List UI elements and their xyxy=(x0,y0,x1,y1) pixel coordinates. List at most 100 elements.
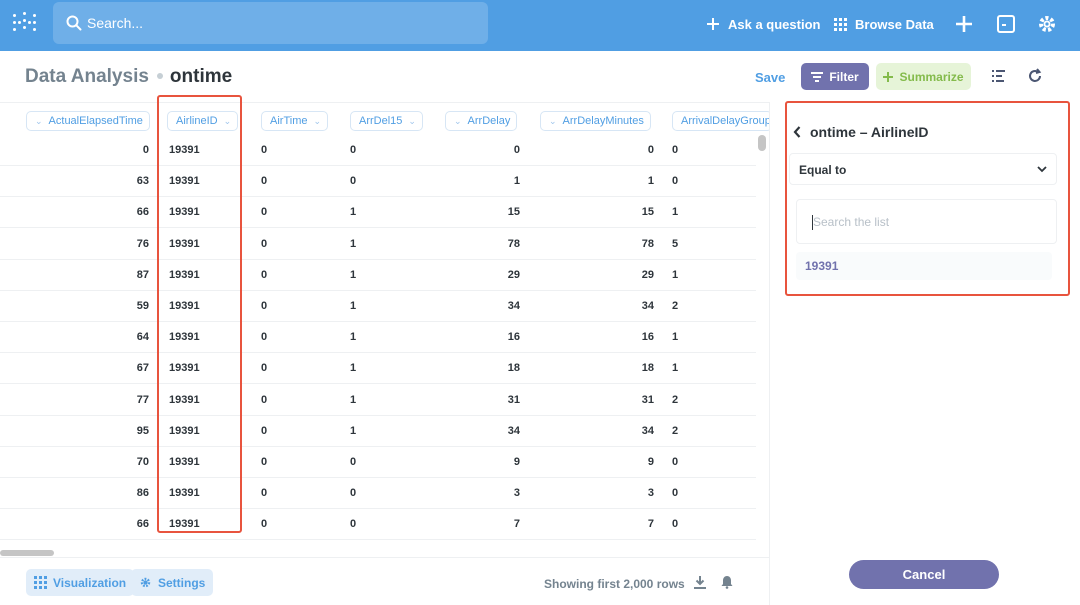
cell-airtime[interactable]: 0 xyxy=(261,456,267,468)
cell-arrdel15[interactable]: 0 xyxy=(350,518,356,530)
cell-arrdelay[interactable]: 0 xyxy=(514,144,520,156)
cell-arrivaldelaygroups[interactable]: 1 xyxy=(672,206,678,218)
cell-arrdelayminutes[interactable]: 1 xyxy=(648,175,654,187)
cell-arrdel15[interactable]: 1 xyxy=(350,300,356,312)
cell-arrdelay[interactable]: 7 xyxy=(514,518,520,530)
cell-airtime[interactable]: 0 xyxy=(261,238,267,250)
cell-arrdel15[interactable]: 1 xyxy=(350,206,356,218)
show-editor-icon[interactable] xyxy=(991,68,1007,84)
cell-arrdel15[interactable]: 1 xyxy=(350,394,356,406)
cell-arrdel15[interactable]: 1 xyxy=(350,331,356,343)
cell-arrivaldelaygroups[interactable]: 2 xyxy=(672,394,678,406)
column-header-arrdelay[interactable]: ⌄ ArrDelay xyxy=(445,111,518,131)
cell-arrivaldelaygroups[interactable]: 0 xyxy=(672,456,678,468)
cell-airtime[interactable]: 0 xyxy=(261,487,267,499)
column-header-actualelapsedtime[interactable]: ⌄ ActualElapsedTime xyxy=(26,111,150,131)
cell-actualelapsedtime[interactable]: 66 xyxy=(137,206,149,218)
cell-airtime[interactable]: 0 xyxy=(261,144,267,156)
cell-airtime[interactable]: 0 xyxy=(261,425,267,437)
cell-arrdel15[interactable]: 1 xyxy=(350,269,356,281)
cell-arrdelayminutes[interactable]: 9 xyxy=(648,456,654,468)
value-list-item[interactable]: 19391 xyxy=(796,252,1052,280)
column-header-arrdelayminutes[interactable]: ⌄ ArrDelayMinutes xyxy=(540,111,651,131)
operator-select[interactable]: Equal to xyxy=(789,153,1057,185)
cell-airtime[interactable]: 0 xyxy=(261,394,267,406)
cell-actualelapsedtime[interactable]: 64 xyxy=(137,331,149,343)
cell-airtime[interactable]: 0 xyxy=(261,175,267,187)
cell-actualelapsedtime[interactable]: 70 xyxy=(137,456,149,468)
ask-question-button[interactable]: Ask a question xyxy=(706,14,820,34)
cell-arrdelay[interactable]: 1 xyxy=(514,175,520,187)
cell-arrdelayminutes[interactable]: 3 xyxy=(648,487,654,499)
cell-arrivaldelaygroups[interactable]: 1 xyxy=(672,362,678,374)
cell-arrivaldelaygroups[interactable]: 0 xyxy=(672,518,678,530)
cell-arrdelay[interactable]: 34 xyxy=(508,300,520,312)
cell-arrdelay[interactable]: 3 xyxy=(514,487,520,499)
column-header-airtime[interactable]: AirTime ⌄ xyxy=(261,111,329,131)
summarize-button[interactable]: Summarize xyxy=(876,63,971,90)
horizontal-scrollbar[interactable] xyxy=(0,550,54,556)
cell-airtime[interactable]: 0 xyxy=(261,331,267,343)
cell-arrdelayminutes[interactable]: 7 xyxy=(648,518,654,530)
cell-arrdelayminutes[interactable]: 16 xyxy=(642,331,654,343)
column-header-arrdel15[interactable]: ArrDel15 ⌄ xyxy=(350,111,423,131)
cell-arrivaldelaygroups[interactable]: 2 xyxy=(672,300,678,312)
cell-actualelapsedtime[interactable]: 67 xyxy=(137,362,149,374)
save-button[interactable]: Save xyxy=(755,70,785,85)
browse-data-button[interactable]: Browse Data xyxy=(834,14,934,34)
cell-arrdel15[interactable]: 1 xyxy=(350,238,356,250)
cell-arrivaldelaygroups[interactable]: 0 xyxy=(672,487,678,499)
metabase-logo-icon[interactable] xyxy=(13,12,37,36)
cell-actualelapsedtime[interactable]: 0 xyxy=(143,144,149,156)
cell-actualelapsedtime[interactable]: 86 xyxy=(137,487,149,499)
cell-airtime[interactable]: 0 xyxy=(261,518,267,530)
cell-arrdelay[interactable]: 78 xyxy=(508,238,520,250)
value-search-input[interactable]: Search the list xyxy=(796,199,1057,244)
cell-airtime[interactable]: 0 xyxy=(261,206,267,218)
cell-arrdelayminutes[interactable]: 34 xyxy=(642,425,654,437)
cell-arrdelayminutes[interactable]: 29 xyxy=(642,269,654,281)
cell-airtime[interactable]: 0 xyxy=(261,300,267,312)
database-name[interactable]: Data Analysis xyxy=(25,66,149,87)
cell-arrdel15[interactable]: 0 xyxy=(350,175,356,187)
cell-arrdelayminutes[interactable]: 78 xyxy=(642,238,654,250)
cell-arrdel15[interactable]: 0 xyxy=(350,144,356,156)
cell-arrdelay[interactable]: 34 xyxy=(508,425,520,437)
cell-arrdel15[interactable]: 0 xyxy=(350,456,356,468)
refresh-icon[interactable] xyxy=(1027,68,1043,84)
cell-arrdelay[interactable]: 9 xyxy=(514,456,520,468)
chevron-left-icon[interactable] xyxy=(793,126,801,138)
settings-button[interactable]: Settings xyxy=(131,569,214,596)
cell-airtime[interactable]: 0 xyxy=(261,269,267,281)
cell-arrivaldelaygroups[interactable]: 2 xyxy=(672,425,678,437)
new-plus-icon[interactable] xyxy=(953,13,975,35)
cell-arrivaldelaygroups[interactable]: 1 xyxy=(672,269,678,281)
cell-arrivaldelaygroups[interactable]: 0 xyxy=(672,144,678,156)
bell-icon[interactable] xyxy=(720,575,734,589)
cell-arrdelay[interactable]: 31 xyxy=(508,394,520,406)
cell-arrivaldelaygroups[interactable]: 0 xyxy=(672,175,678,187)
cell-arrdelayminutes[interactable]: 34 xyxy=(642,300,654,312)
cell-arrdelayminutes[interactable]: 18 xyxy=(642,362,654,374)
cell-arrdelayminutes[interactable]: 15 xyxy=(642,206,654,218)
cell-arrivaldelaygroups[interactable]: 5 xyxy=(672,238,678,250)
global-search-input[interactable]: Search... xyxy=(53,2,488,44)
cell-arrdel15[interactable]: 1 xyxy=(350,362,356,374)
cell-arrdelay[interactable]: 29 xyxy=(508,269,520,281)
column-header-arrivaldelaygroups[interactable]: ArrivalDelayGroups xyxy=(672,111,769,131)
cell-arrdelay[interactable]: 15 xyxy=(508,206,520,218)
cell-actualelapsedtime[interactable]: 95 xyxy=(137,425,149,437)
cell-actualelapsedtime[interactable]: 59 xyxy=(137,300,149,312)
cell-arrdelay[interactable]: 18 xyxy=(508,362,520,374)
cell-arrdelayminutes[interactable]: 0 xyxy=(648,144,654,156)
filter-panel-header[interactable]: ontime – AirlineID xyxy=(793,124,929,140)
filter-button[interactable]: Filter xyxy=(801,63,869,90)
cell-arrdelayminutes[interactable]: 31 xyxy=(642,394,654,406)
cell-actualelapsedtime[interactable]: 77 xyxy=(137,394,149,406)
cancel-button[interactable]: Cancel xyxy=(849,560,999,589)
cell-arrdel15[interactable]: 0 xyxy=(350,487,356,499)
cell-arrdel15[interactable]: 1 xyxy=(350,425,356,437)
cell-actualelapsedtime[interactable]: 87 xyxy=(137,269,149,281)
sql-editor-icon[interactable] xyxy=(995,13,1017,35)
download-icon[interactable] xyxy=(693,575,707,589)
